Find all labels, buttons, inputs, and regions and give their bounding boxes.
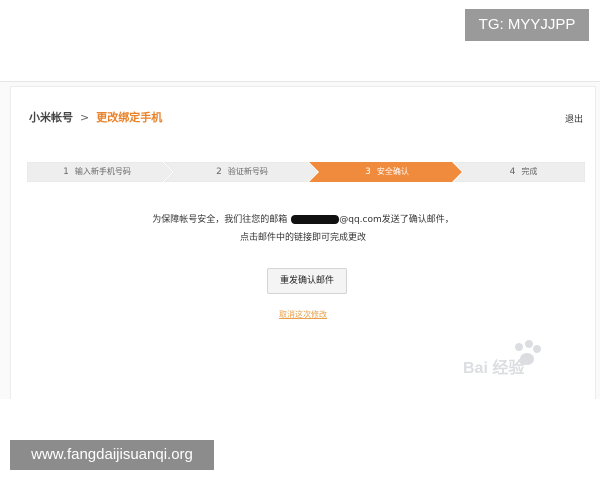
tg-badge: TG: MYYJJPP <box>465 9 589 41</box>
step-2-number: 2 <box>216 167 222 177</box>
resend-email-button[interactable]: 重发确认邮件 <box>267 268 347 294</box>
step-4-number: 4 <box>509 167 516 177</box>
redacted-email <box>291 215 340 224</box>
breadcrumb: 小米帐号 > 更改绑定手机 <box>29 109 162 125</box>
step-1: 1 输入新手机号码 <box>27 162 167 182</box>
step-3-number: 3 <box>365 167 371 177</box>
step-2: 2 验证新号码 <box>172 162 312 182</box>
confirmation-message: 为保障帐号安全，我们往您的邮箱 @qq.com发送了确认邮件， 点击邮件中的链接即… <box>11 211 595 247</box>
breadcrumb-account[interactable]: 小米帐号 <box>29 111 73 124</box>
step-4: 4 完成 <box>462 162 585 182</box>
step-2-label: 验证新号码 <box>227 167 268 176</box>
page: TG: MYYJJPP 小米帐号 > 更改绑定手机 退出 1 输入新手机号码 2 验证新… <box>0 0 600 480</box>
account-panel: 小米帐号 > 更改绑定手机 退出 1 输入新手机号码 2 验证新号码 3 安全确认 <box>10 86 596 399</box>
cancel-change-link[interactable]: 取消这次修改 <box>279 309 327 320</box>
step-3: 3 安全确认 <box>317 162 457 182</box>
step-1-label: 输入新手机号码 <box>74 167 131 176</box>
screenshot-area: 小米帐号 > 更改绑定手机 退出 1 输入新手机号码 2 验证新号码 3 安全确认 <box>0 81 600 399</box>
step-1-number: 1 <box>63 167 69 177</box>
logout-link[interactable]: 退出 <box>565 112 583 125</box>
step-3-label: 安全确认 <box>376 167 409 176</box>
watermark-text: Bai 经验 <box>463 358 525 377</box>
breadcrumb-separator: > <box>80 111 90 124</box>
breadcrumb-current: 更改绑定手机 <box>96 111 163 124</box>
message-prefix: 为保障帐号安全，我们往您的邮箱 <box>152 215 288 225</box>
step-progress: 1 输入新手机号码 2 验证新号码 3 安全确认 4 完成 <box>27 162 585 182</box>
message-line-1: 为保障帐号安全，我们往您的邮箱 @qq.com发送了确认邮件， <box>11 211 595 229</box>
step-4-label: 完成 <box>521 167 538 176</box>
message-line-2: 点击邮件中的链接即可完成更改 <box>239 233 366 243</box>
message-suffix: @qq.com发送了确认邮件， <box>339 215 454 225</box>
baidu-watermark-icon: Bai 经验 <box>463 340 541 377</box>
site-badge: www.fangdaijisuanqi.org <box>10 440 214 470</box>
